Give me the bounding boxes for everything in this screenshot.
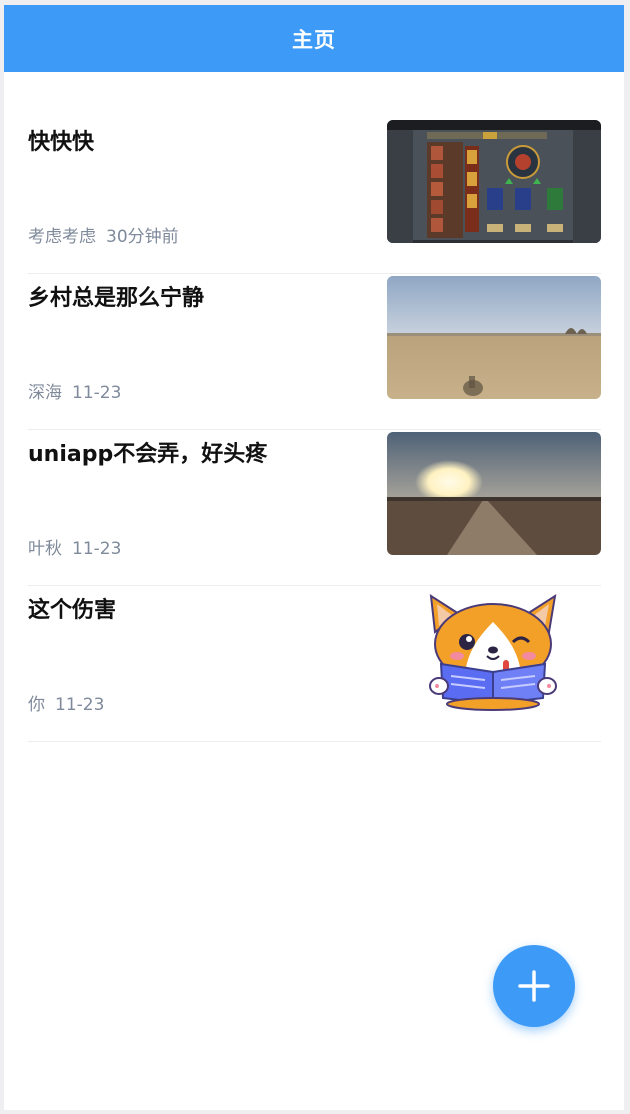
plus-icon <box>518 970 550 1002</box>
add-post-button[interactable] <box>493 945 575 1027</box>
post-time: 11-23 <box>72 383 122 403</box>
post-author: 深海 <box>28 383 62 403</box>
list-item[interactable]: 快快快 考虑考虑 30分钟前 <box>28 118 601 274</box>
page-title: 主页 <box>292 27 336 52</box>
post-thumbnail[interactable] <box>387 276 601 399</box>
post-thumbnail[interactable] <box>387 432 601 555</box>
countryside-field-image <box>387 276 601 399</box>
post-list: 快快快 考虑考虑 30分钟前 乡村总是那么宁静 深海 11-23 uniapp不… <box>28 118 601 742</box>
post-thumbnail[interactable] <box>387 588 601 711</box>
app-screen: 主页 快快快 考虑考虑 30分钟前 乡村总是那么宁静 深海 11-23 unia… <box>4 5 624 1110</box>
post-title: 快快快 <box>28 130 95 155</box>
list-item[interactable]: 乡村总是那么宁静 深海 11-23 <box>28 274 601 430</box>
list-item[interactable]: 这个伤害 你 11-23 <box>28 586 601 742</box>
game-screenshot-image <box>387 120 601 243</box>
sunset-road-image <box>387 432 601 555</box>
post-title: 这个伤害 <box>28 598 117 623</box>
post-meta: 叶秋 11-23 <box>28 534 121 559</box>
post-thumbnail[interactable] <box>387 120 601 243</box>
list-item[interactable]: uniapp不会弄，好头疼 叶秋 11-23 <box>28 430 601 586</box>
post-meta: 深海 11-23 <box>28 378 121 403</box>
post-author: 考虑考虑 <box>28 227 96 247</box>
post-time: 30分钟前 <box>106 227 179 247</box>
post-time: 11-23 <box>55 695 105 715</box>
post-time: 11-23 <box>72 539 122 559</box>
post-author: 你 <box>28 695 45 715</box>
post-meta: 你 11-23 <box>28 690 104 715</box>
post-title: 乡村总是那么宁静 <box>28 286 205 311</box>
corgi-reading-sticker <box>387 588 601 711</box>
navbar: 主页 <box>4 5 624 72</box>
post-author: 叶秋 <box>28 539 62 559</box>
post-meta: 考虑考虑 30分钟前 <box>28 222 179 247</box>
post-title: uniapp不会弄，好头疼 <box>28 442 268 467</box>
